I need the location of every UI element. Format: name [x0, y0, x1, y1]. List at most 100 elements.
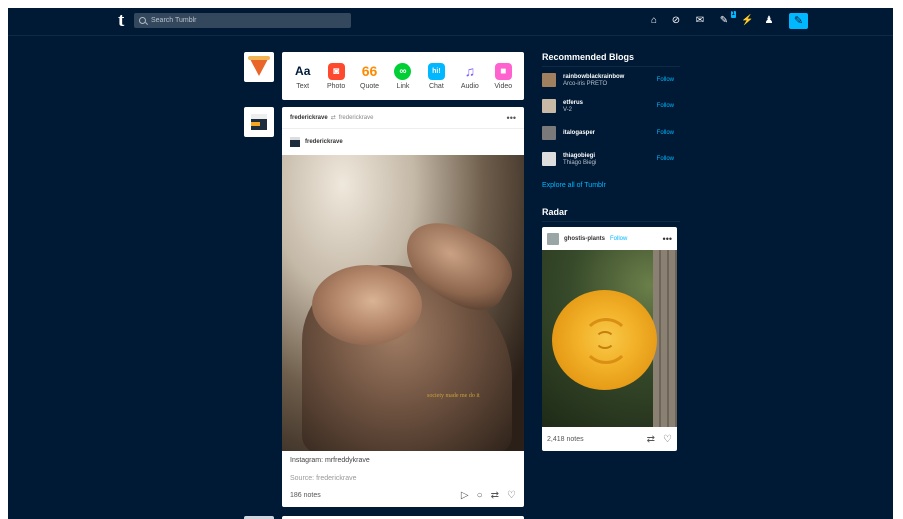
blog-description: V-2: [563, 106, 573, 113]
follow-button[interactable]: Follow: [657, 77, 674, 83]
top-nav: t Search Tumblr ⌂ ⊘ ✉ ✎ 1 ⚡ ♟ ✎: [8, 8, 893, 36]
blog-avatar[interactable]: [542, 152, 556, 166]
divider: [542, 221, 680, 222]
post-type-chat[interactable]: hi! Chat: [421, 62, 451, 90]
inbox-badge: 1: [730, 11, 736, 18]
video-camera-icon: ■: [494, 62, 512, 80]
radar-actions: ⇄ ♡: [647, 434, 672, 445]
blog-name[interactable]: italogasper: [563, 130, 595, 136]
search-input[interactable]: Search Tumblr: [134, 13, 351, 28]
post-author-link[interactable]: frederickrave: [290, 115, 328, 121]
text-icon: Aa: [295, 63, 311, 78]
radar-post-footer: 2,418 notes ⇄ ♡: [547, 434, 672, 445]
mail-icon[interactable]: ✉: [694, 15, 706, 27]
recommended-blog-item[interactable]: rainbowblackrainbow Arco-iris PRETO Foll…: [542, 68, 680, 92]
reblog-icon[interactable]: ⇄: [491, 490, 499, 501]
inbox-glyph: ✎: [719, 15, 729, 26]
post-type-label: Audio: [460, 82, 479, 90]
link-icon: ∞: [394, 62, 412, 80]
camera-icon: ◙: [327, 62, 345, 80]
share-icon[interactable]: ▷: [461, 490, 469, 501]
photo-caption-overlay: society made me do it: [427, 393, 480, 399]
activity-icon[interactable]: ⚡: [741, 15, 753, 27]
blog-name[interactable]: thiagobiegi: [563, 153, 596, 159]
blog-name[interactable]: rainbowblackrainbow: [563, 74, 624, 80]
post-type-video[interactable]: ■ Video: [488, 62, 518, 90]
reblog-icon[interactable]: ⇄: [647, 434, 655, 445]
post-type-photo[interactable]: ◙ Photo: [321, 62, 351, 90]
post-type-link[interactable]: ∞ Link: [388, 62, 418, 90]
blog-avatar[interactable]: [542, 73, 556, 87]
home-icon[interactable]: ⌂: [648, 15, 660, 27]
radar-title: Radar: [542, 207, 568, 217]
quote-icon: 66: [361, 62, 378, 79]
blog-avatar-icon: [251, 114, 267, 130]
blog-description: Arco-iris PRETO: [563, 80, 608, 87]
trail-avatar[interactable]: [290, 137, 300, 147]
post-text: Instagram: mrfreddykrave: [290, 457, 370, 464]
tumblr-logo[interactable]: t: [118, 11, 124, 31]
notes-count[interactable]: 186 notes: [290, 492, 321, 499]
radar-post-header: ghostis-plants Follow •••: [542, 227, 677, 250]
post-menu-button[interactable]: •••: [507, 113, 516, 123]
radar-photo[interactable]: [542, 250, 677, 427]
search-icon: [139, 17, 146, 24]
post-type-label: Link: [396, 82, 410, 90]
recommended-blog-item[interactable]: thiagobiegi Thiago Biegi Follow: [542, 147, 680, 171]
like-icon[interactable]: ♡: [663, 434, 672, 445]
post-type-label: Video: [494, 82, 513, 90]
headphones-icon: ♫: [464, 62, 476, 79]
post-type-quote[interactable]: 66 Quote: [355, 63, 385, 90]
pizza-icon: [248, 55, 270, 76]
radar-author-link[interactable]: ghostis-plants: [564, 236, 605, 242]
divider: [542, 66, 680, 67]
blog-name[interactable]: etferus: [563, 100, 583, 106]
post-header: frederickrave ⇄ frederickrave •••: [282, 107, 524, 129]
post-type-label: Chat: [428, 82, 444, 90]
inbox-icon[interactable]: ✎ 1: [718, 11, 736, 27]
radar-post-card: ghostis-plants Follow ••• 2,418 notes ⇄ …: [542, 227, 677, 451]
post-type-text[interactable]: Aa Text: [288, 63, 318, 90]
post-photo[interactable]: society made me do it: [282, 155, 524, 451]
post-type-audio[interactable]: ♫ Audio: [455, 63, 485, 90]
reblog-source-link[interactable]: frederickrave: [339, 115, 374, 121]
post-type-label: Quote: [360, 82, 380, 90]
photo-figure-hip: [312, 265, 422, 345]
follow-button[interactable]: Follow: [657, 103, 674, 109]
blog-avatar[interactable]: [542, 99, 556, 113]
post-author-avatar[interactable]: [244, 107, 274, 137]
post-body: Instagram: mrfreddykrave Source: frederi…: [282, 451, 524, 488]
explore-icon[interactable]: ⊘: [670, 15, 682, 27]
blog-description: Thiago Biegi: [563, 159, 597, 166]
explore-all-link[interactable]: Explore all of Tumblr: [542, 182, 606, 189]
notes-count[interactable]: 2,418 notes: [547, 436, 584, 443]
recommended-blogs-title: Recommended Blogs: [542, 52, 635, 62]
search-placeholder: Search Tumblr: [151, 17, 197, 24]
radar-menu-button[interactable]: •••: [663, 234, 672, 244]
recommended-blog-item[interactable]: italogasper Follow: [542, 121, 680, 145]
like-icon[interactable]: ♡: [507, 490, 516, 501]
user-avatar[interactable]: [244, 52, 274, 82]
post-footer: 186 notes ▷ ○ ⇄ ♡: [290, 490, 516, 501]
photo-rose: [552, 290, 657, 390]
account-icon[interactable]: ♟: [763, 15, 775, 27]
compose-button[interactable]: ✎: [789, 13, 808, 29]
follow-button[interactable]: Follow: [657, 156, 674, 162]
reblog-icon: ⇄: [330, 115, 336, 121]
chat-icon: hi!: [427, 62, 445, 80]
post-type-label: Text: [296, 82, 310, 90]
trail-author-link[interactable]: frederickrave: [305, 139, 343, 145]
radar-author-avatar[interactable]: [547, 232, 559, 245]
reply-icon[interactable]: ○: [477, 490, 483, 501]
post-type-label: Photo: [326, 82, 346, 90]
post-card: frederickrave ⇄ frederickrave ••• freder…: [282, 107, 524, 507]
blog-avatar[interactable]: [542, 126, 556, 140]
post-type-bar: Aa Text ◙ Photo 66 Quote ∞ Link hi! Chat…: [282, 52, 524, 100]
reblog-trail-header: frederickrave: [282, 129, 524, 155]
recommended-blog-item[interactable]: etferus V-2 Follow: [542, 94, 680, 118]
follow-button[interactable]: Follow: [657, 130, 674, 136]
dashboard: t Search Tumblr ⌂ ⊘ ✉ ✎ 1 ⚡ ♟ ✎ Aa Text …: [8, 8, 893, 519]
radar-follow-button[interactable]: Follow: [610, 236, 627, 242]
post-actions: ▷ ○ ⇄ ♡: [461, 490, 516, 501]
post-source-link[interactable]: Source: frederickrave: [290, 475, 516, 482]
